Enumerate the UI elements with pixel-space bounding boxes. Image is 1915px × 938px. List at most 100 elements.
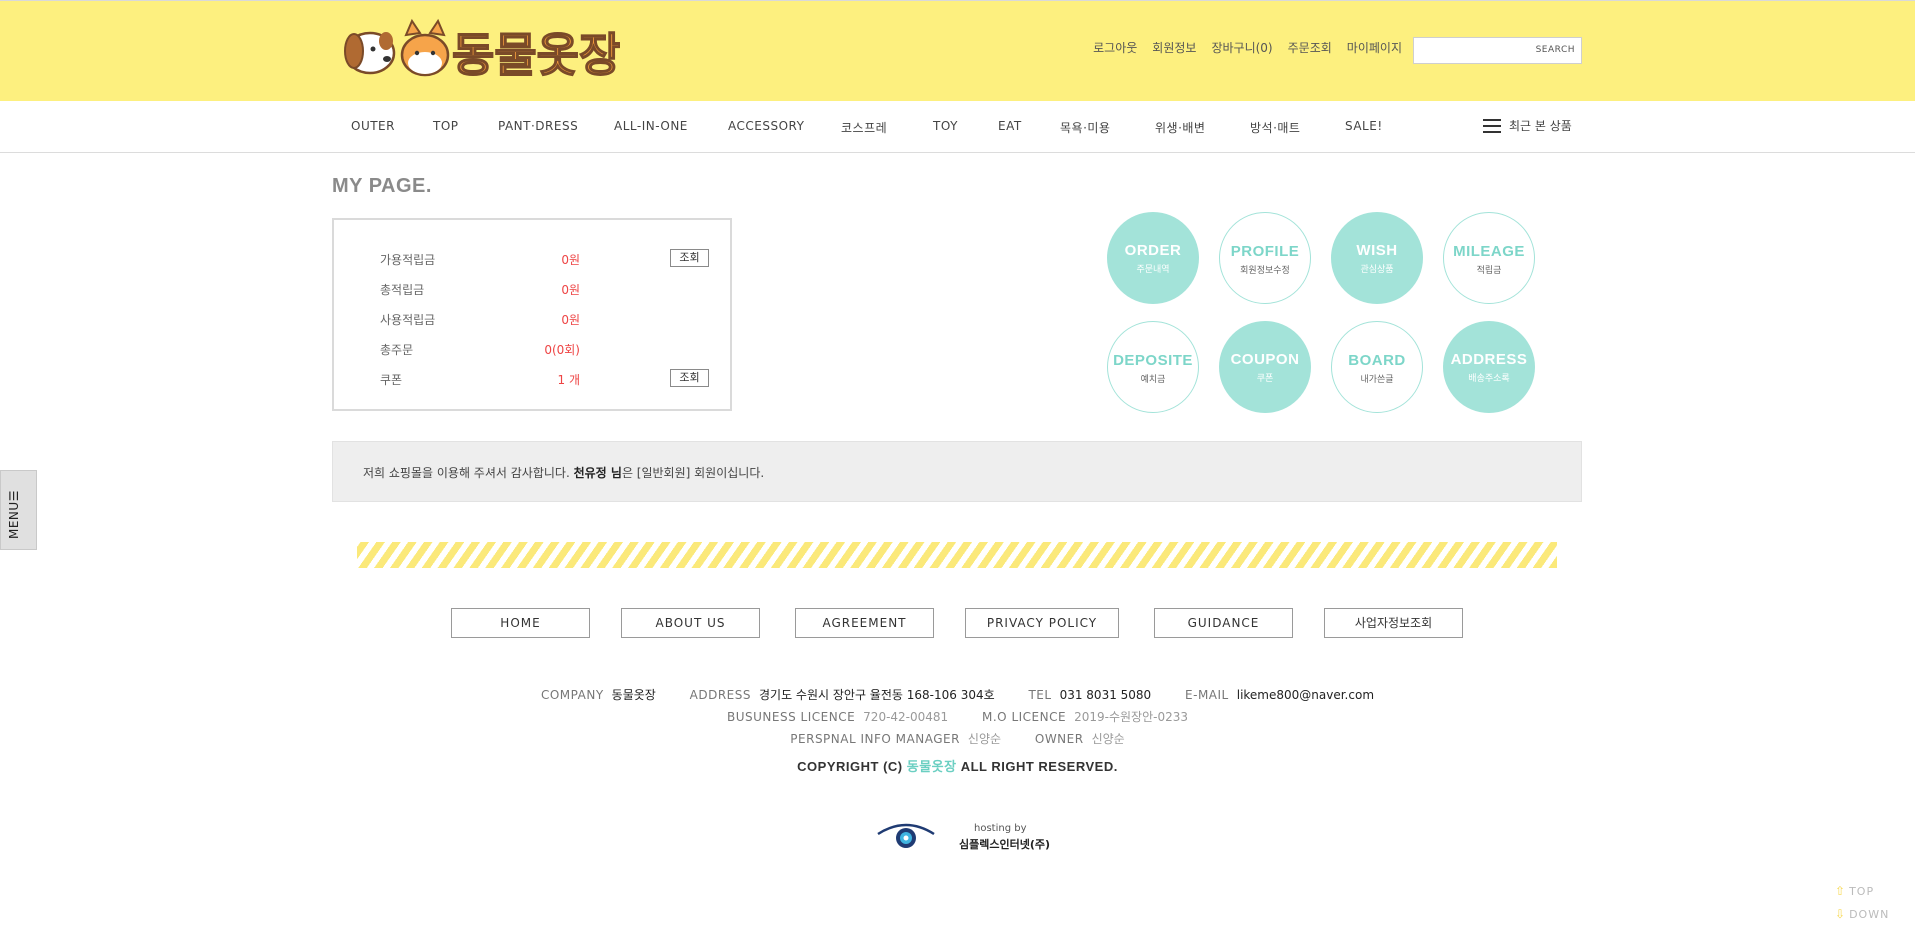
deposite-circle-button[interactable]: DEPOSITE 예치금 (1107, 321, 1199, 413)
header: 동물옷장 로그아웃 회원정보 장바구니(0) 주문조회 마이페이지 SEARCH (0, 0, 1915, 101)
cat-icon (400, 18, 450, 77)
mileage-lookup-button[interactable]: 조회 (670, 249, 709, 267)
welcome-message: 저희 쇼핑몰을 이용해 주셔서 감사합니다. 천유정 님은 [일반회원] 회원이… (363, 464, 764, 481)
welcome-prefix: 저희 쇼핑몰을 이용해 주셔서 감사합니다. (363, 466, 570, 480)
row-value: 0원 (561, 253, 580, 267)
nav-item-eat[interactable]: EAT (998, 119, 1022, 133)
row-label: 총적립금 (380, 283, 425, 297)
available-mileage-row: 가용적립금 0원 조회 (380, 249, 709, 269)
copyright: COPYRIGHT (C) 동물옷장 ALL RIGHT RESERVED. (0, 756, 1915, 775)
member-info-link[interactable]: 회원정보 (1152, 39, 1196, 56)
nav-item-accessory[interactable]: ACCESSORY (728, 119, 804, 133)
nav-item-top[interactable]: TOP (433, 119, 459, 133)
row-label: 사용적립금 (380, 313, 436, 327)
circle-title: WISH (1356, 242, 1398, 259)
row-value: 0원 (561, 313, 580, 327)
circle-subtitle: 회원정보수정 (1240, 266, 1290, 276)
page-title: MY PAGE. (332, 175, 432, 197)
address-circle-button[interactable]: ADDRESS 배송주소록 (1443, 321, 1535, 413)
mo-licence-value: 2019-수원장안-0233 (1074, 710, 1188, 724)
decorative-stripe-divider (357, 542, 1557, 568)
circle-title: MILEAGE (1453, 243, 1525, 260)
scroll-top-button[interactable]: ⇧ TOP (1835, 884, 1895, 898)
address-value: 경기도 수원시 장안구 율전동 168-106 304호 (759, 688, 995, 702)
company-value: 동물옷장 (611, 688, 656, 702)
nav-item-hygiene[interactable]: 위생·배변 (1155, 119, 1205, 136)
scroll-down-label: DOWN (1849, 908, 1890, 921)
footer-privacy-button[interactable]: PRIVACY POLICY (965, 608, 1119, 638)
email-label: E-MAIL (1185, 688, 1229, 702)
footer-licence-line: BUSUNESS LICENCE 720-42-00481 M.O LICENCE… (0, 708, 1915, 725)
manager-label: PERSPNAL INFO MANAGER (790, 732, 960, 746)
row-value: 0(0회) (544, 343, 580, 357)
circle-title: DEPOSITE (1113, 352, 1193, 369)
order-circle-button[interactable]: ORDER 주문내역 (1107, 212, 1199, 304)
circle-subtitle: 쿠폰 (1256, 374, 1274, 384)
hosting-by-label: hosting by (974, 823, 1027, 834)
owner-label: OWNER (1034, 732, 1084, 746)
nav-item-cushion-mat[interactable]: 방석·매트 (1250, 119, 1300, 136)
company-label: COMPANY (540, 688, 604, 702)
side-menu-label: MENU☰ (7, 490, 21, 539)
footer-business-info-button[interactable]: 사업자정보조회 (1324, 608, 1463, 638)
coupon-row: 쿠폰 1 개 조회 (380, 369, 709, 389)
circle-title: BOARD (1348, 352, 1406, 369)
row-label: 가용적립금 (380, 253, 436, 267)
footer-company-line: COMPANY 동물옷장 ADDRESS 경기도 수원시 장안구 율전동 168-1… (0, 686, 1915, 703)
circle-subtitle: 예치금 (1140, 375, 1166, 385)
hamburger-icon (1483, 118, 1501, 133)
circle-title: ADDRESS (1450, 351, 1528, 368)
used-mileage-row: 사용적립금 0원 (380, 309, 680, 329)
wish-circle-button[interactable]: WISH 관심상품 (1331, 212, 1423, 304)
nav-item-outer[interactable]: OUTER (351, 119, 395, 133)
member-name: 천유정 님 (573, 466, 622, 480)
welcome-message-box: 저희 쇼핑몰을 이용해 주셔서 감사합니다. 천유정 님은 [일반회원] 회원이… (332, 441, 1582, 502)
side-menu-tab[interactable]: MENU☰ (0, 470, 37, 550)
order-lookup-link[interactable]: 주문조회 (1288, 39, 1332, 56)
logo-text: 동물옷장 (452, 28, 620, 82)
tel-label: TEL (1028, 688, 1052, 702)
nav-item-all-in-one[interactable]: ALL-IN-ONE (614, 119, 688, 133)
circle-title: PROFILE (1230, 243, 1300, 260)
profile-circle-button[interactable]: PROFILE 회원정보수정 (1219, 212, 1311, 304)
arrow-down-icon: ⇩ (1835, 907, 1847, 921)
category-nav: OUTER TOP PANT·DRESS ALL-IN-ONE ACCESSOR… (0, 101, 1915, 153)
row-label: 쿠폰 (380, 373, 403, 387)
search-input[interactable] (1418, 42, 1528, 59)
mypage-link[interactable]: 마이페이지 (1347, 39, 1402, 56)
nav-item-toy[interactable]: TOY (933, 119, 958, 133)
circle-title: ORDER (1124, 242, 1182, 259)
cart-link[interactable]: 장바구니(0) (1211, 39, 1272, 56)
recent-products-button[interactable]: 최근 본 상품 (1483, 117, 1572, 134)
hosting-company: 심플렉스인터넷(주) (959, 838, 1051, 851)
total-orders-row: 총주문 0(0회) (380, 339, 680, 359)
mileage-circle-button[interactable]: MILEAGE 적립금 (1443, 212, 1535, 304)
copyright-brand: 동물옷장 (906, 759, 957, 774)
circle-subtitle: 내가쓴글 (1360, 375, 1394, 385)
row-value: 1 개 (557, 373, 581, 387)
mo-licence-label: M.O LICENCE (982, 710, 1067, 724)
circle-subtitle: 주문내역 (1136, 265, 1170, 275)
logout-link[interactable]: 로그아웃 (1093, 39, 1137, 56)
total-mileage-row: 총적립금 0원 (380, 279, 680, 299)
search-button[interactable]: SEARCH (1536, 45, 1575, 55)
nav-item-sale[interactable]: SALE! (1345, 119, 1383, 133)
footer-agreement-button[interactable]: AGREEMENT (795, 608, 934, 638)
footer-guidance-button[interactable]: GUIDANCE (1154, 608, 1293, 638)
coupon-circle-button[interactable]: COUPON 쿠폰 (1219, 321, 1311, 413)
row-value: 0원 (561, 283, 580, 297)
hosting-badge[interactable]: hosting by 심플렉스인터넷(주) (876, 820, 1050, 854)
footer-manager-line: PERSPNAL INFO MANAGER 신양순 OWNER 신양순 (0, 730, 1915, 747)
nav-item-pant-dress[interactable]: PANT·DRESS (498, 119, 578, 133)
nav-item-bath-grooming[interactable]: 목욕·미용 (1060, 119, 1110, 136)
logo[interactable]: 동물옷장 (340, 15, 620, 85)
email-value: likeme800@naver.com (1236, 688, 1375, 702)
coupon-lookup-button[interactable]: 조회 (670, 369, 709, 387)
scroll-down-button[interactable]: ⇩ DOWN (1835, 907, 1895, 921)
footer-about-button[interactable]: ABOUT US (621, 608, 760, 638)
board-circle-button[interactable]: BOARD 내가쓴글 (1331, 321, 1423, 413)
footer-home-button[interactable]: HOME (451, 608, 590, 638)
nav-item-cosplay[interactable]: 코스프레 (841, 119, 887, 136)
mileage-summary-box: 가용적립금 0원 조회 총적립금 0원 사용적립금 0원 총주문 0(0회) 쿠… (332, 218, 732, 411)
copyright-suffix: ALL RIGHT RESERVED. (960, 759, 1118, 774)
